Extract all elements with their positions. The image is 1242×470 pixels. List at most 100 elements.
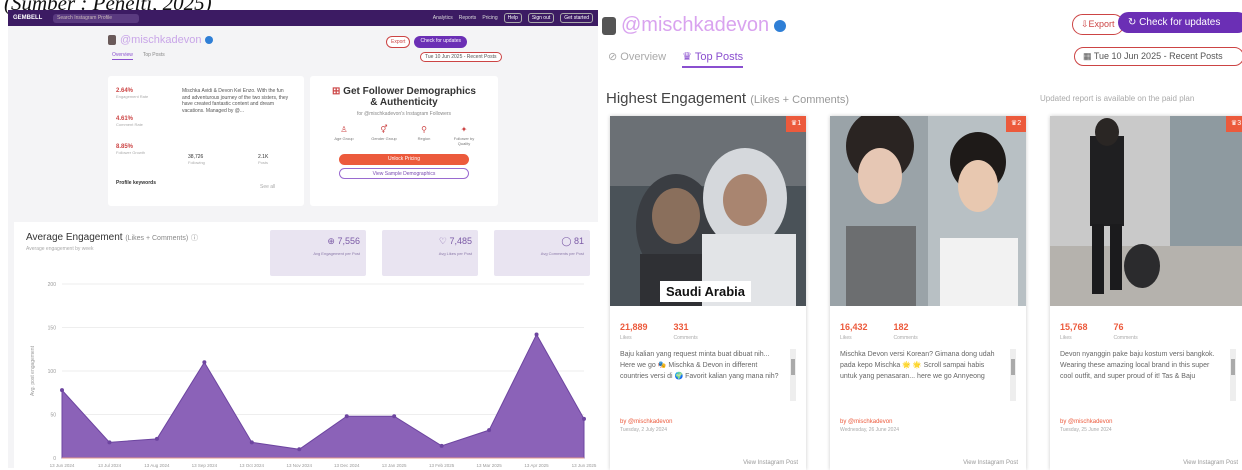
stat-label: Follower Growth [116, 150, 146, 155]
feature-quality: ✦ Follower by Quality [449, 125, 479, 146]
profile-header: @mischkadevon [602, 14, 787, 37]
check-updates-button[interactable]: Check for updates [414, 36, 468, 48]
likes-value: 21,889 [620, 322, 648, 332]
post-caption[interactable]: Devon nyanggin pake baju kostum versi ba… [1060, 349, 1236, 401]
post-comments: 331 Comments [674, 322, 698, 341]
post-image[interactable]: ♛3 [1050, 116, 1242, 306]
date-label: Tue 10 Jun 2025 - Recent Posts [1093, 51, 1223, 61]
rank-number: 3 [1237, 120, 1242, 127]
post-card[interactable]: ♛1 Saudi Arabia 21,889 Likes 331 Comments … [610, 116, 806, 470]
calendar-icon: ▦ [1083, 51, 1092, 61]
view-instagram-post-link[interactable]: View Instagram Post [1183, 460, 1238, 466]
y-tick-label: 50 [50, 413, 56, 419]
nav-link-analytics[interactable]: Analytics [433, 15, 453, 21]
profile-tabs: ⊘ Overview ♛ Top Posts [608, 50, 744, 68]
rank-badge: ♛2 [1006, 116, 1026, 132]
post-comments: 76 Comments [1114, 322, 1138, 341]
nav-link-pricing[interactable]: Pricing [482, 15, 497, 21]
verified-badge-icon [774, 19, 787, 32]
profile-stats-card: 2.64% Engagement Rate 4.61% Comment Rate… [108, 76, 304, 206]
get-started-button[interactable]: Get started [560, 13, 593, 23]
post-likes: 15,768 Likes [1060, 322, 1088, 341]
post-card[interactable]: ♛3 15,768 Likes 76 Comments Devon nyanggin… [1050, 116, 1242, 470]
post-image[interactable]: ♛2 [830, 116, 1026, 306]
x-tick-label: 13 Sep 2024 [192, 463, 218, 468]
post-photo-saudi [610, 116, 806, 306]
post-date: Tuesday, 25 June 2024 [1060, 427, 1112, 433]
caption-text: Mischka Devon versi Korean? Gimana dong … [840, 351, 995, 380]
stat-engagement-rate: 2.64% Engagement Rate [116, 88, 148, 99]
x-tick-label: 13 Jan 2025 [382, 463, 407, 468]
data-point [202, 360, 207, 365]
download-icon: ⇩ [1081, 19, 1089, 29]
check-updates-button[interactable]: ↻ Check for updates [1118, 12, 1242, 33]
view-sample-button[interactable]: View Sample Demographics [339, 168, 469, 179]
date-range-selector[interactable]: ▦ Tue 10 Jun 2025 - Recent Posts [1074, 47, 1242, 66]
profile-tabs: Overview Top Posts [112, 52, 165, 60]
view-instagram-post-link[interactable]: View Instagram Post [963, 460, 1018, 466]
tab-top-posts[interactable]: ♛ Top Posts [682, 50, 744, 68]
sparkle-icon: ✦ [460, 125, 468, 134]
post-author-link[interactable]: by @mischkadevon [840, 419, 1016, 425]
post-image[interactable]: ♛1 Saudi Arabia [610, 116, 806, 306]
x-tick-label: 13 Aug 2024 [144, 463, 170, 468]
feature-label: Gender Group [371, 136, 397, 141]
engagement-area-chart: 0 50 100 150 200 Avg. post engagement 13 Jun 2… [30, 282, 597, 468]
x-tick-label: 13 Jun 2025 [572, 463, 597, 468]
post-comments: 182 Comments [894, 322, 918, 341]
post-stats: 16,432 Likes 182 Comments [830, 306, 1026, 341]
see-all-link[interactable]: See all [260, 184, 275, 190]
data-point [249, 440, 254, 445]
tab-overview[interactable]: Overview [112, 52, 133, 60]
data-point [439, 443, 444, 448]
caption-scrollbar[interactable] [790, 349, 796, 401]
help-button[interactable]: Help [503, 13, 522, 23]
x-tick-label: 13 Jun 2024 [50, 463, 75, 468]
tab-overview[interactable]: ⊘ Overview [608, 50, 666, 68]
view-instagram-post-link[interactable]: View Instagram Post [743, 460, 798, 466]
top-posts-screenshot: @mischkadevon ⊘ Overview ♛ Top Posts ⇩Ex… [598, 10, 1242, 470]
rank-number: 2 [1017, 120, 1022, 127]
stat-posts: 2.1K Posts [258, 154, 268, 165]
unlock-pricing-button[interactable]: Unlock Pricing [339, 154, 469, 165]
comments-value: 331 [673, 322, 689, 332]
image-caption-label: Saudi Arabia [660, 281, 751, 302]
section-title: Highest Engagement (Likes + Comments) [606, 90, 849, 107]
feature-label: Age Group [334, 136, 354, 141]
location-pin-icon: ⚲ [421, 125, 427, 134]
likes-value: 16,432 [840, 322, 868, 332]
person-icon: ♙ [340, 125, 348, 134]
sign-out-button[interactable]: Sign out [527, 13, 555, 23]
upgrade-notice: Updated report is available on the paid … [1040, 94, 1195, 103]
post-caption[interactable]: Mischka Devon versi Korean? Gimana dong … [840, 349, 1016, 401]
date-range-selector[interactable]: Tue 10 Jun 2025 - Recent Posts [420, 52, 502, 62]
data-point [392, 414, 397, 419]
caption-scrollbar[interactable] [1010, 349, 1016, 401]
rank-badge: ♛3 [1226, 116, 1242, 132]
post-date: Wednesday, 26 June 2024 [840, 427, 900, 433]
x-tick-label: 13 Feb 2025 [429, 463, 455, 468]
caption-scrollbar[interactable] [1230, 349, 1236, 401]
x-tick-label: 13 Dec 2024 [334, 463, 360, 468]
gender-icon: ⚥ [380, 125, 388, 134]
export-button[interactable]: ⇩Export [1072, 14, 1124, 35]
post-photo-street [1050, 116, 1242, 306]
demographics-card: ⊞ Get Follower Demographics & Authentici… [310, 76, 498, 206]
rank-number: 1 [797, 120, 802, 127]
search-input[interactable]: Search Instagram Profile [53, 13, 139, 23]
data-point [107, 440, 112, 445]
x-tick-label: 13 Mar 2025 [476, 463, 502, 468]
comments-value: 182 [893, 322, 909, 332]
app-logo[interactable]: GEMBELL [13, 15, 47, 21]
post-caption[interactable]: Baju kalian yang request minta buat dibu… [620, 349, 796, 401]
nav-link-reports[interactable]: Reports [459, 15, 477, 21]
profile-name: @mischkadevon [621, 14, 770, 36]
post-likes: 16,432 Likes [840, 322, 868, 341]
tab-top-posts[interactable]: Top Posts [143, 52, 165, 60]
tab-label: Overview [620, 51, 667, 63]
export-button[interactable]: Export [386, 36, 411, 48]
post-card[interactable]: ♛2 16,432 Likes 182 Comments Mischka Devon… [830, 116, 1026, 470]
post-author-link[interactable]: by @mischkadevon [1060, 419, 1236, 425]
post-author-link[interactable]: by @mischkadevon [620, 419, 796, 425]
profile-avatar-icon [108, 35, 116, 45]
